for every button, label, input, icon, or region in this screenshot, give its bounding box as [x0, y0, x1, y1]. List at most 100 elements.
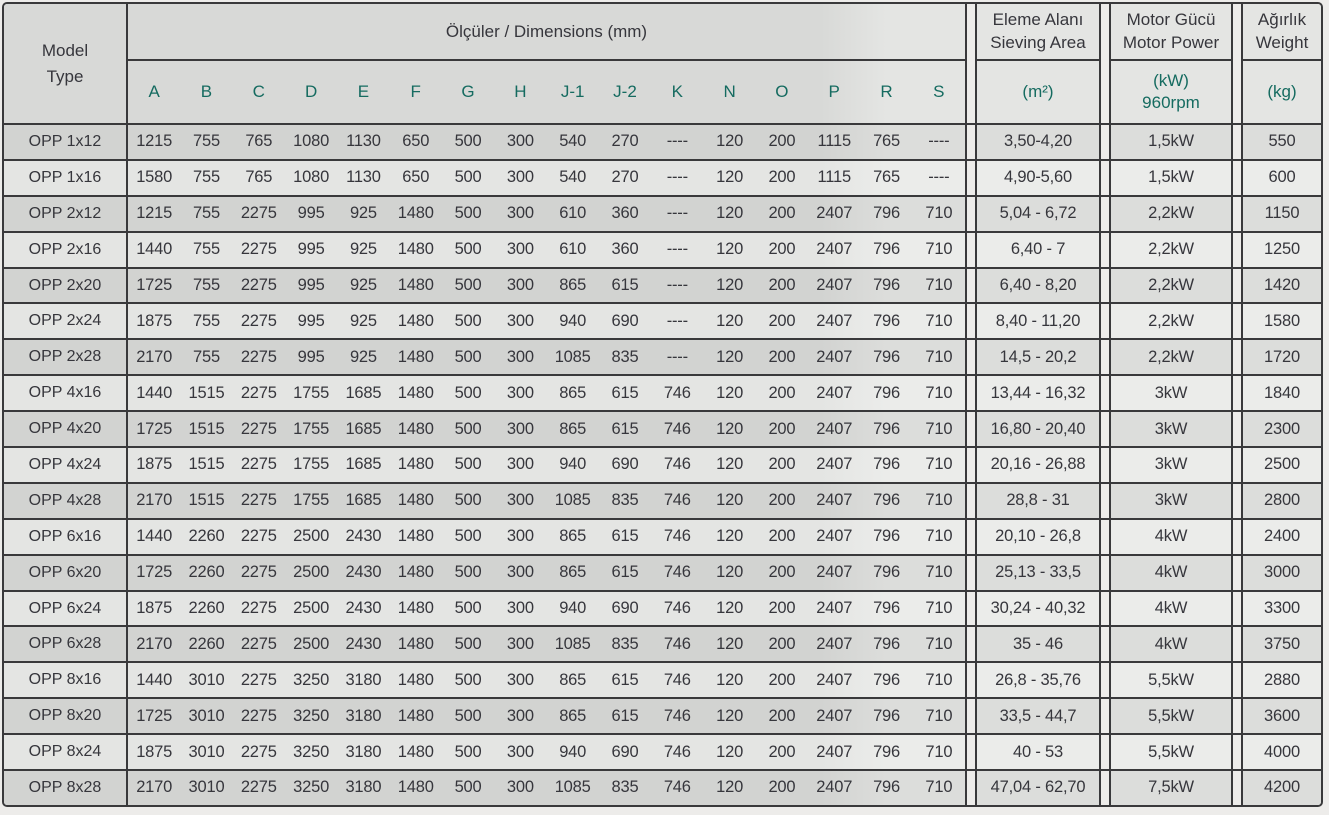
column-gap: [1231, 161, 1243, 195]
dim-j-2-cell: 615: [599, 663, 651, 697]
column-gap: [1231, 520, 1243, 554]
table-body: OPP 1x1212157557651080113065050030054027…: [4, 125, 1321, 805]
dim-p-cell: 2407: [808, 412, 860, 446]
dim-s-cell: 710: [913, 197, 965, 231]
dim-f-cell: 650: [390, 161, 442, 195]
dim-j-1-cell: 865: [547, 663, 599, 697]
sieving-area-cell: 6,40 - 8,20: [977, 269, 1099, 303]
column-gap: [1231, 663, 1243, 697]
weight-cell: 2400: [1243, 520, 1321, 554]
dim-n-cell: 120: [703, 125, 755, 159]
dim-s-cell: 710: [913, 663, 965, 697]
dim-s-cell: 710: [913, 627, 965, 661]
dim-r-cell: 796: [860, 269, 912, 303]
dim-p-cell: 2407: [808, 556, 860, 590]
dim-letter-h: H: [494, 61, 546, 123]
dim-p-cell: 2407: [808, 304, 860, 338]
column-gap: [1099, 233, 1111, 267]
dim-c-cell: 2275: [233, 520, 285, 554]
dim-d-cell: 3250: [285, 663, 337, 697]
column-gap: [1231, 233, 1243, 267]
model-cell: OPP 6x24: [4, 592, 128, 626]
dim-b-cell: 755: [180, 125, 232, 159]
dim-k-cell: 746: [651, 556, 703, 590]
dim-letter-d: D: [285, 61, 337, 123]
dim-k-cell: ----: [651, 304, 703, 338]
dim-h-cell: 300: [494, 340, 546, 374]
dim-g-cell: 500: [442, 197, 494, 231]
dim-c-cell: 2275: [233, 592, 285, 626]
weight-cell: 1720: [1243, 340, 1321, 374]
dim-r-cell: 796: [860, 699, 912, 733]
column-gap: [1099, 412, 1111, 446]
dim-r-cell: 796: [860, 520, 912, 554]
dim-s-cell: ----: [913, 161, 965, 195]
dim-o-cell: 200: [756, 735, 808, 769]
dim-k-cell: 746: [651, 627, 703, 661]
model-cell: OPP 4x28: [4, 484, 128, 518]
dim-e-cell: 925: [337, 233, 389, 267]
header-motor-power: Motor Gücü Motor Power: [1111, 4, 1231, 61]
dim-b-cell: 2260: [180, 520, 232, 554]
dim-g-cell: 500: [442, 376, 494, 410]
dim-e-cell: 1685: [337, 448, 389, 482]
dim-j-1-cell: 865: [547, 269, 599, 303]
dim-s-cell: 710: [913, 699, 965, 733]
dim-j-2-cell: 690: [599, 592, 651, 626]
column-gap: [1231, 448, 1243, 482]
dim-e-cell: 2430: [337, 592, 389, 626]
weight-cell: 4200: [1243, 771, 1321, 805]
column-gap: [1099, 699, 1111, 733]
dim-d-cell: 3250: [285, 771, 337, 805]
dim-f-cell: 1480: [390, 735, 442, 769]
weight-cell: 2500: [1243, 448, 1321, 482]
dim-f-cell: 1480: [390, 233, 442, 267]
model-cell: OPP 6x28: [4, 627, 128, 661]
dim-o-cell: 200: [756, 484, 808, 518]
column-gap: [1099, 520, 1111, 554]
dim-a-cell: 1725: [128, 269, 180, 303]
dim-s-cell: 710: [913, 340, 965, 374]
dim-j-2-cell: 615: [599, 376, 651, 410]
column-gap: [1231, 4, 1243, 123]
sieving-area-cell: 14,5 - 20,2: [977, 340, 1099, 374]
dim-r-cell: 796: [860, 376, 912, 410]
dim-f-cell: 1480: [390, 699, 442, 733]
dim-j-1-cell: 940: [547, 592, 599, 626]
dim-r-cell: 796: [860, 592, 912, 626]
dim-b-cell: 755: [180, 340, 232, 374]
weight-cell: 1420: [1243, 269, 1321, 303]
dim-k-cell: 746: [651, 592, 703, 626]
dim-f-cell: 1480: [390, 663, 442, 697]
dim-o-cell: 200: [756, 197, 808, 231]
weight-cell: 600: [1243, 161, 1321, 195]
dim-d-cell: 995: [285, 304, 337, 338]
table-row: OPP 8x1614403010227532503180148050030086…: [4, 663, 1321, 699]
dim-r-cell: 796: [860, 233, 912, 267]
dim-r-cell: 765: [860, 161, 912, 195]
dim-b-cell: 755: [180, 161, 232, 195]
column-gap: [1231, 197, 1243, 231]
dim-g-cell: 500: [442, 304, 494, 338]
dim-k-cell: 746: [651, 484, 703, 518]
model-cell: OPP 6x20: [4, 556, 128, 590]
dim-j-1-cell: 865: [547, 520, 599, 554]
column-gap: [1231, 484, 1243, 518]
dim-s-cell: 710: [913, 269, 965, 303]
motor-power-cell: 5,5kW: [1111, 663, 1231, 697]
dim-n-cell: 120: [703, 699, 755, 733]
dim-n-cell: 120: [703, 304, 755, 338]
motor-power-cell: 3kW: [1111, 448, 1231, 482]
dim-k-cell: 746: [651, 412, 703, 446]
dim-o-cell: 200: [756, 412, 808, 446]
table-row: OPP 4x1614401515227517551685148050030086…: [4, 376, 1321, 412]
dim-j-1-cell: 540: [547, 161, 599, 195]
dim-a-cell: 1580: [128, 161, 180, 195]
dim-h-cell: 300: [494, 735, 546, 769]
dim-g-cell: 500: [442, 735, 494, 769]
dim-h-cell: 300: [494, 269, 546, 303]
column-gap: [1231, 556, 1243, 590]
dim-g-cell: 500: [442, 484, 494, 518]
model-cell: OPP 2x28: [4, 340, 128, 374]
motor-power-cell: 4kW: [1111, 520, 1231, 554]
